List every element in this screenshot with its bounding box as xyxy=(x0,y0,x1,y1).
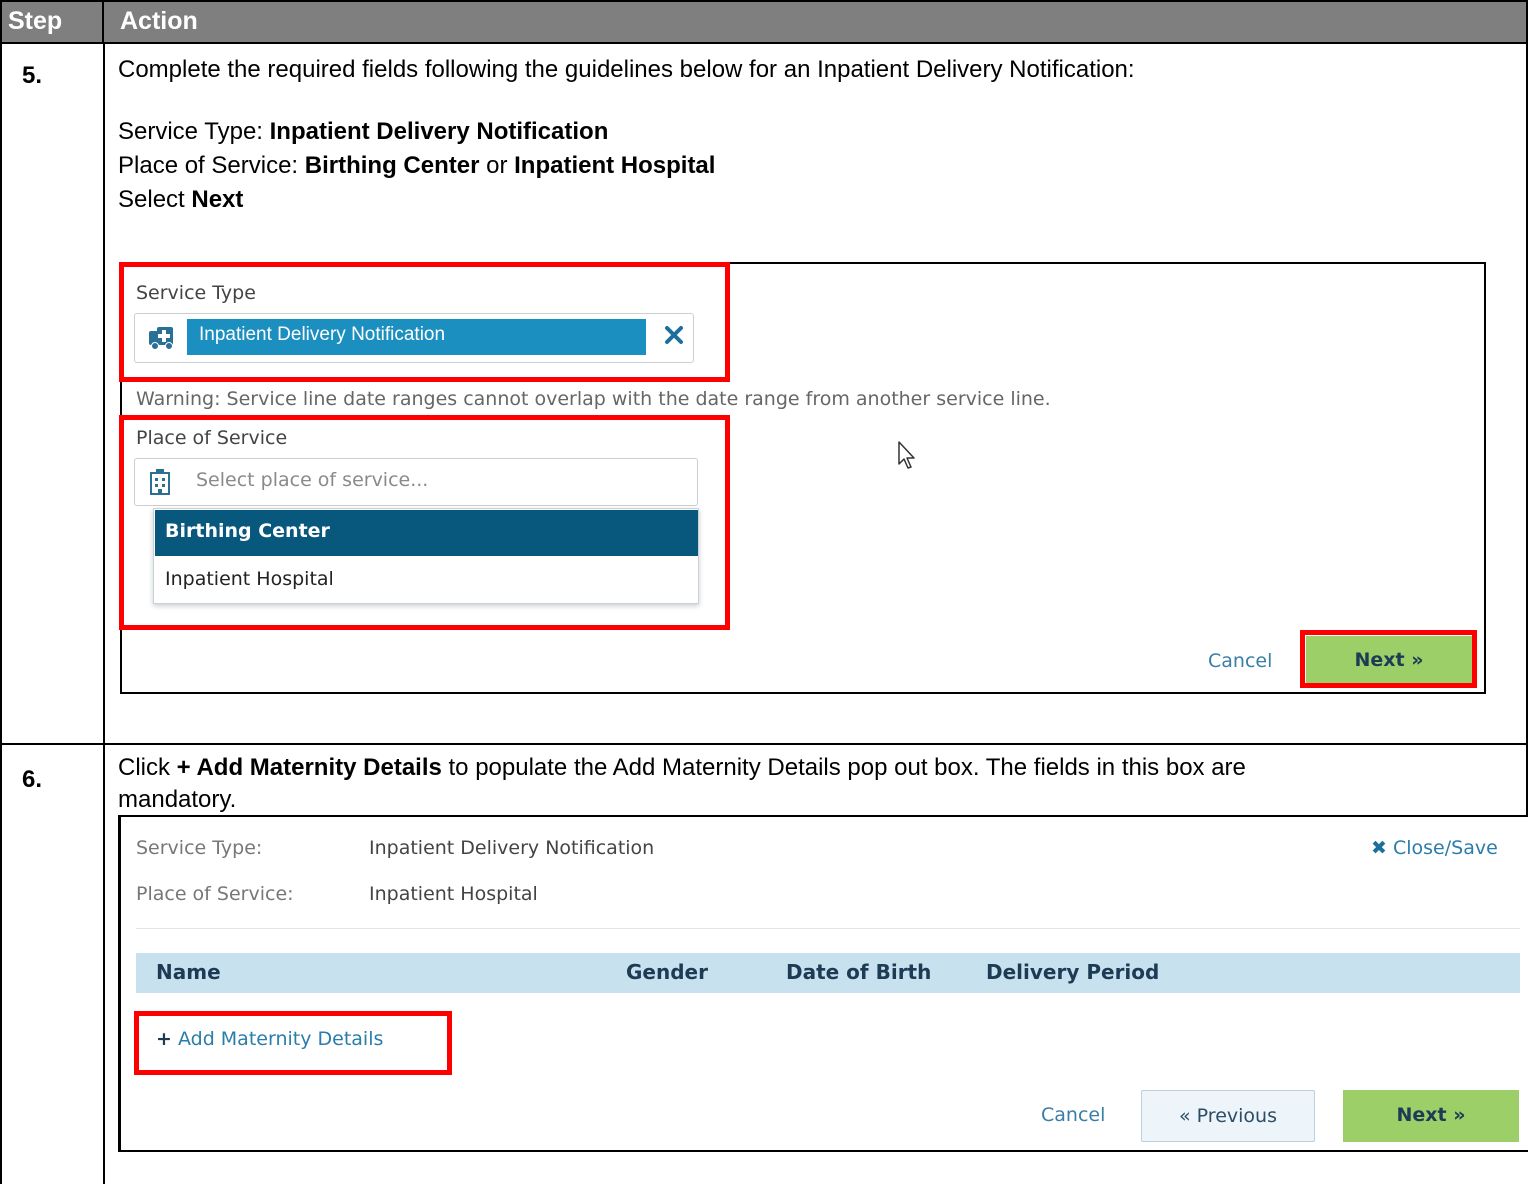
service-type-summary-value: Inpatient Delivery Notification xyxy=(369,837,655,859)
summary-divider xyxy=(136,928,1520,929)
close-icon: ✖ xyxy=(1371,837,1387,859)
step-number-6: 6. xyxy=(22,766,43,793)
highlight-add-maternity xyxy=(134,1011,452,1075)
screenshot-left-border xyxy=(118,816,121,1152)
cancel-link-2[interactable]: Cancel xyxy=(1041,1104,1105,1126)
step-number: 5. xyxy=(22,62,43,89)
close-save-link[interactable]: ✖ Close/Save xyxy=(1371,837,1498,859)
next-button-2[interactable]: Next » xyxy=(1343,1090,1519,1142)
highlight-service-type xyxy=(119,262,730,382)
step6-instruction-line2: mandatory. xyxy=(118,786,237,813)
place-summary-value: Inpatient Hospital xyxy=(369,883,538,905)
table-column-divider xyxy=(103,44,105,1184)
instruction-place-of-service: Place of Service: Birthing Center or Inp… xyxy=(118,152,716,179)
mouse-cursor-icon xyxy=(897,440,919,472)
cancel-link[interactable]: Cancel xyxy=(1208,650,1272,672)
instruction-service-type: Service Type: Inpatient Delivery Notific… xyxy=(118,118,609,145)
instruction-select-next: Select Next xyxy=(118,186,244,213)
column-date-of-birth: Date of Birth xyxy=(786,960,932,984)
row-divider xyxy=(0,743,1528,745)
highlight-next-button xyxy=(1300,630,1477,688)
place-summary-label: Place of Service: xyxy=(136,883,294,905)
service-type-summary-label: Service Type: xyxy=(136,837,263,859)
step-instruction: Complete the required fields following t… xyxy=(118,56,1135,83)
warning-text: Warning: Service line date ranges cannot… xyxy=(136,388,1051,410)
step6-instruction-line1: Click + Add Maternity Details to populat… xyxy=(118,754,1246,781)
screenshot-bottom-border xyxy=(118,1150,1528,1152)
screenshot-top-border xyxy=(118,815,1528,817)
highlight-place-of-service xyxy=(119,415,730,630)
column-delivery-period: Delivery Period xyxy=(986,960,1160,984)
previous-button[interactable]: « Previous xyxy=(1141,1090,1315,1142)
header-action: Action xyxy=(120,7,198,35)
header-step: Step xyxy=(0,0,104,44)
table-left-border xyxy=(0,44,2,1184)
column-gender: Gender xyxy=(626,960,708,984)
column-name: Name xyxy=(156,960,221,984)
